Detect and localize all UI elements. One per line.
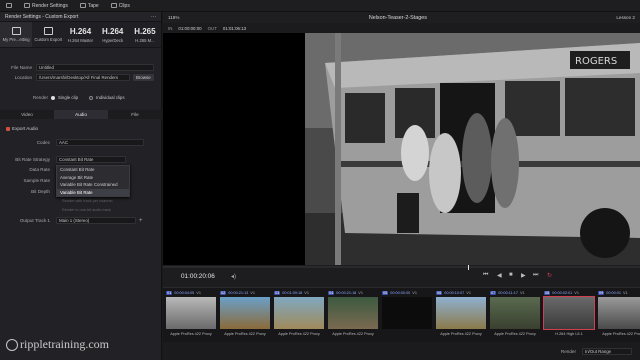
- tab-file[interactable]: File: [108, 110, 162, 119]
- clip-thumbnail: [490, 297, 540, 329]
- watermark-logo-icon: [6, 339, 18, 352]
- output-track-row: Output Track 1 Main 1 (Stereo) +: [19, 217, 143, 224]
- clip-thumbnail: [382, 297, 432, 329]
- out-timecode: 01:01:06:13: [222, 25, 247, 31]
- render-settings-toggle[interactable]: Render Settings: [18, 0, 74, 12]
- clip-strip: 01 00:00:04:05 V1 Apple ProRes 422 Proxy 0…: [163, 287, 640, 342]
- single-clip-radio[interactable]: [51, 95, 55, 100]
- clip-thumbnail: [220, 297, 270, 329]
- clips-toggle[interactable]: Clips: [105, 0, 136, 12]
- preset-icon: [43, 27, 53, 35]
- viewer[interactable]: ROGERS: [163, 33, 640, 265]
- preset-custom-export[interactable]: Custom Export: [32, 22, 64, 47]
- file-name-row: File Name Untitled: [0, 64, 162, 71]
- volume-icon[interactable]: ◂): [231, 273, 236, 280]
- more-options-icon[interactable]: ···: [151, 14, 156, 20]
- settings-tabs: Video Audio File: [0, 110, 162, 119]
- transport-bar: 01:00:20:06 ◂) ⏮ ◀ ■ ▶ ⏭ ↻: [163, 265, 640, 287]
- clip-thumb[interactable]: 02 00:00:21:13 V1 Apple ProRes 422 Proxy: [219, 288, 271, 343]
- bottom-bar: Render In/Out Range: [163, 342, 640, 360]
- bus-scene-image: ROGERS: [305, 33, 640, 265]
- clip-thumb[interactable]: 09 00:00:01 V1 Apple ProRes 422 Proxy: [597, 288, 640, 343]
- preset-icon: [11, 27, 21, 35]
- render-label: Render: [560, 348, 576, 354]
- bitrate-strategy-select[interactable]: Constant Bit Rate: [56, 156, 126, 163]
- hint-2: Render in one-bit audio track: [62, 208, 111, 212]
- tab-video[interactable]: Video: [0, 110, 54, 119]
- export-audio-row: Export Audio: [0, 126, 162, 131]
- bus-sign-text: ROGERS: [575, 56, 617, 67]
- viewer-header: 118% Nelson-Teaser-2-Stages Lesson 2: [163, 12, 640, 23]
- render-settings-panel: Render Settings - Custom Export ··· My P…: [0, 12, 162, 360]
- scrubber[interactable]: [163, 266, 640, 268]
- monitor-icon-button[interactable]: [0, 0, 18, 12]
- stop-icon[interactable]: ■: [509, 272, 513, 278]
- dropdown-option-highlighted[interactable]: Variable Bit Rate: [57, 188, 129, 196]
- timeline-name[interactable]: Lesson 2: [616, 15, 635, 20]
- reverse-icon[interactable]: ◀: [497, 272, 502, 279]
- tape-toggle[interactable]: Tape: [74, 0, 105, 12]
- clip-thumbnail: [274, 297, 324, 329]
- loop-icon[interactable]: ↻: [547, 272, 552, 279]
- preset-my-preset[interactable]: My Pre...etting: [0, 22, 33, 47]
- hint-1: Render with track per channel: [62, 199, 113, 203]
- location-input[interactable]: /Users/marshi/Desktop/All Final Renders: [36, 74, 130, 81]
- play-icon[interactable]: ▶: [521, 272, 526, 279]
- clip-thumb-selected[interactable]: 08 00:00:02:01 V1 H.264 High L5.1: [543, 288, 595, 343]
- video-frame: ROGERS: [305, 33, 640, 265]
- codec-row: Codec AAC: [0, 139, 162, 146]
- browse-button[interactable]: Browse: [133, 74, 154, 81]
- playhead[interactable]: [468, 265, 469, 270]
- output-track-select[interactable]: Main 1 (Stereo): [56, 217, 136, 224]
- dropdown-option[interactable]: Constant Bit Rate: [57, 166, 129, 174]
- panel-title: Render Settings - Custom Export: [5, 13, 79, 20]
- clip-thumb[interactable]: 06 00:00:10:07 V1 Apple ProRes 422 Proxy: [435, 288, 487, 343]
- clip-thumb[interactable]: 04 00:00:21:18 V1 Apple ProRes 422 Proxy: [327, 288, 379, 343]
- tape-icon: [79, 3, 86, 8]
- render-settings-icon: [24, 3, 30, 8]
- clip-thumbnail: [166, 297, 216, 329]
- preset-strip: My Pre...etting Custom Export H.264 H.264…: [0, 22, 161, 48]
- render-mode-row: Render Single clip Individual clips: [32, 95, 125, 100]
- bitrate-strategy-row: Bit Rate Strategy Constant Bit Rate: [0, 156, 162, 163]
- zoom-level[interactable]: 118%: [168, 15, 179, 20]
- project-title: Nelson-Teaser-2-Stages: [368, 14, 427, 21]
- watermark: rippletraining.com: [6, 337, 109, 352]
- clip-thumbnail: [436, 297, 486, 329]
- render-range-select[interactable]: In/Out Range: [582, 347, 632, 355]
- file-name-input[interactable]: Untitled: [36, 64, 154, 71]
- clips-icon: [110, 3, 117, 8]
- settings-tabs-row: Video Audio File: [0, 110, 162, 119]
- playhead-timecode: 01:00:20:06: [181, 273, 215, 280]
- dropdown-option[interactable]: Average Bit Rate: [57, 174, 129, 182]
- monitor-icon: [6, 3, 12, 8]
- clip-thumbnail: [543, 296, 595, 330]
- bitrate-strategy-dropdown: Constant Bit Rate Average Bit Rate Varia…: [56, 165, 130, 197]
- in-out-bar: IN 01:00:00:00 OUT 01:01:06:13: [163, 23, 640, 33]
- tab-audio[interactable]: Audio: [54, 110, 108, 119]
- clip-thumb[interactable]: 03 00:01:09:18 V1 Apple ProRes 422 Proxy: [273, 288, 325, 343]
- panel-header: Render Settings - Custom Export ···: [0, 12, 161, 22]
- export-audio-checkbox[interactable]: [6, 126, 10, 131]
- in-timecode: 01:00:00:00: [178, 25, 202, 31]
- preset-hyperdeck[interactable]: H.264 HyperDeck: [97, 22, 129, 47]
- preset-h265[interactable]: H.265 H.265 M...: [129, 22, 161, 47]
- first-frame-icon[interactable]: ⏮: [483, 272, 488, 279]
- add-track-icon[interactable]: +: [139, 218, 143, 224]
- clip-thumb[interactable]: 01 00:00:04:05 V1 Apple ProRes 422 Proxy: [165, 288, 217, 343]
- codec-select[interactable]: AAC: [56, 139, 144, 146]
- individual-clips-radio[interactable]: [89, 95, 94, 100]
- clip-thumb[interactable]: 05 00:00:00:00 V1: [381, 288, 433, 343]
- clip-thumbnail: [328, 297, 378, 329]
- location-row: Location /Users/marshi/Desktop/All Final…: [0, 74, 162, 81]
- dropdown-option[interactable]: Variable Bit Rate Constrained: [57, 181, 129, 189]
- clip-thumb[interactable]: 07 00:00:11:17 V1 Apple ProRes 422 Proxy: [489, 288, 541, 343]
- clip-thumbnail: [598, 297, 640, 329]
- last-frame-icon[interactable]: ⏭: [533, 272, 538, 279]
- top-toolbar: Render Settings Tape Clips: [0, 0, 640, 12]
- preset-h264-master[interactable]: H.264 H.264 Master: [64, 22, 96, 47]
